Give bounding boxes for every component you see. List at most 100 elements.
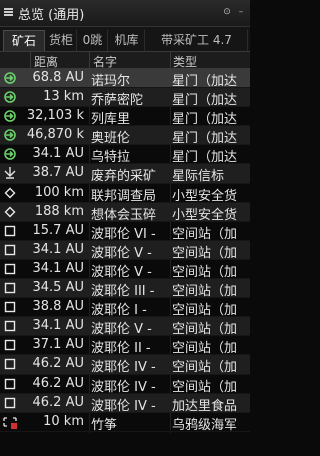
overview-row[interactable]: 34.1 AU 乌特拉 星门（加达 — [0, 145, 250, 166]
row-distance: 34.1 AU — [32, 260, 85, 276]
row-type: 空间站（加 — [172, 226, 238, 242]
minimize-icon[interactable]: – — [236, 7, 246, 17]
window-titlebar[interactable]: 总览 (通用) ⊙ – — [0, 0, 250, 27]
gate-jump-icon — [3, 109, 17, 123]
overview-row[interactable]: 46.2 AU 波耶伦 IV - 加达里食品 — [0, 393, 250, 414]
square-icon — [3, 224, 17, 238]
row-type: 空间站（加 — [172, 264, 238, 280]
gate-jump-icon — [3, 71, 17, 85]
row-type: 小型安全货 — [172, 188, 238, 204]
row-distance: 13 km — [43, 89, 84, 105]
overview-row[interactable]: 15.7 AU 波耶伦 VI - 空间站（加 — [0, 222, 250, 242]
gate-jump-icon — [3, 90, 17, 104]
tab-ore[interactable]: 矿石 — [3, 30, 45, 51]
row-name: 波耶伦 I - — [91, 303, 147, 319]
row-name: 波耶伦 V - — [91, 245, 152, 261]
row-name: 波耶伦 IV - — [91, 398, 156, 414]
tab-mining-drone[interactable]: 带采矿工 4.7 — [146, 30, 248, 51]
column-divider[interactable] — [30, 52, 31, 69]
row-name: 诺玛尔 — [91, 74, 131, 89]
row-type: 空间站（加 — [172, 284, 238, 300]
row-distance: 34.1 AU — [32, 318, 85, 334]
tab-bar: 矿石 货柜 0跳 机库 带采矿工 4.7 — [0, 27, 250, 52]
row-distance: 188 km — [34, 203, 84, 219]
row-type: 加达里食品 — [172, 398, 238, 414]
row-type: 空间站（加 — [172, 303, 238, 319]
square-icon — [3, 300, 17, 314]
row-type: 星门（加达 — [172, 74, 238, 89]
overview-list: 68.8 AU 诺玛尔 星门（加达 13 km 乔萨密陀 星门（加达 32,103 k 列库里… — [0, 69, 250, 433]
row-distance: 46,870 k — [26, 127, 84, 143]
column-type[interactable]: 类型 — [173, 53, 197, 70]
diamond-icon — [3, 205, 17, 219]
overview-row[interactable]: 37.1 AU 波耶伦 II - 空间站（加 — [0, 336, 250, 357]
overview-row[interactable]: 34.1 AU 波耶伦 V - 空间站（加 — [0, 260, 250, 280]
row-name: 联邦调查局 — [91, 188, 157, 204]
column-divider[interactable] — [170, 52, 171, 69]
overview-row[interactable]: 46,870 k 奥班伦 星门（加达 — [0, 126, 250, 147]
square-icon — [3, 319, 17, 333]
beacon-icon — [3, 166, 17, 180]
row-type: 空间站（加 — [172, 379, 238, 395]
row-name: 波耶伦 III - — [91, 284, 155, 300]
row-distance: 38.8 AU — [32, 299, 85, 315]
overview-row[interactable]: 38.7 AU 废弃的采矿 星际信标 — [0, 164, 250, 185]
column-divider[interactable] — [89, 52, 90, 69]
gate-jump-icon — [3, 128, 17, 142]
ship-icon — [3, 415, 17, 429]
overview-row[interactable]: 46.2 AU 波耶伦 IV - 空间站（加 — [0, 375, 250, 395]
overview-row[interactable]: 34.5 AU 波耶伦 III - 空间站（加 — [0, 279, 250, 300]
row-type: 空间站（加 — [172, 245, 238, 261]
row-distance: 100 km — [34, 184, 84, 200]
row-distance: 68.8 AU — [32, 70, 85, 85]
row-type: 空间站（加 — [172, 341, 238, 357]
row-distance: 34.5 AU — [32, 280, 85, 296]
row-name: 乔萨密陀 — [91, 93, 144, 109]
overview-row[interactable]: 188 km 想体会玉碎 小型安全货 — [0, 202, 250, 223]
row-distance: 37.1 AU — [32, 337, 85, 353]
overview-row[interactable]: 34.1 AU 波耶伦 V - 空间站（加 — [0, 317, 250, 338]
row-name: 奥班伦 — [91, 131, 131, 147]
row-name: 波耶伦 VI - — [91, 226, 156, 242]
tab-zero-jump[interactable]: 0跳 — [78, 30, 108, 51]
row-name: 波耶伦 V - — [91, 264, 152, 280]
row-name: 波耶伦 II - — [91, 341, 151, 357]
menu-icon[interactable] — [4, 8, 14, 16]
tab-hangar[interactable]: 机库 — [109, 30, 145, 51]
row-distance: 34.1 AU — [32, 146, 85, 162]
overview-row[interactable]: 38.8 AU 波耶伦 I - 空间站（加 — [0, 298, 250, 319]
tab-container[interactable]: 货柜 — [46, 30, 77, 51]
window-title: 总览 (通用) — [18, 8, 85, 23]
row-distance: 46.2 AU — [32, 394, 85, 410]
overview-row[interactable]: 32,103 k 列库里 星门（加达 — [0, 107, 250, 128]
gate-jump-icon — [3, 147, 17, 161]
row-name: 波耶伦 V - — [91, 322, 152, 338]
row-distance: 32,103 k — [26, 108, 84, 124]
overview-row[interactable]: 10 km 竹筝 乌鸦级海军 — [0, 413, 250, 433]
overview-row[interactable]: 34.1 AU 波耶伦 V - 空间站（加 — [0, 240, 250, 261]
row-type: 星门（加达 — [172, 112, 238, 128]
row-distance: 15.7 AU — [32, 222, 85, 238]
overview-row[interactable]: 13 km 乔萨密陀 星门（加达 — [0, 88, 250, 109]
column-header: 距离 名字 类型 — [0, 52, 250, 69]
column-distance[interactable]: 距离 — [34, 53, 58, 70]
overview-row[interactable]: 46.2 AU 波耶伦 IV - 空间站（加 — [0, 355, 250, 376]
overview-row[interactable]: 68.8 AU 诺玛尔 星门（加达 — [0, 69, 250, 89]
row-name: 波耶伦 IV - — [91, 360, 156, 376]
square-icon — [3, 338, 17, 352]
row-name: 乌特拉 — [91, 150, 131, 166]
overview-row[interactable]: 100 km 联邦调查局 小型安全货 — [0, 184, 250, 204]
row-distance: 38.7 AU — [32, 165, 85, 181]
square-icon — [3, 281, 17, 295]
row-type: 空间站（加 — [172, 360, 238, 376]
diamond-icon — [3, 186, 17, 200]
settings-icon[interactable]: ⊙ — [222, 7, 232, 17]
row-type: 星门（加达 — [172, 93, 238, 109]
square-icon — [3, 243, 17, 257]
row-name: 想体会玉碎 — [91, 207, 157, 223]
square-icon — [3, 262, 17, 276]
row-type: 乌鸦级海军 — [172, 417, 238, 433]
column-name[interactable]: 名字 — [93, 53, 117, 70]
row-name: 废弃的采矿 — [91, 169, 157, 185]
row-type: 星际信标 — [172, 169, 225, 185]
